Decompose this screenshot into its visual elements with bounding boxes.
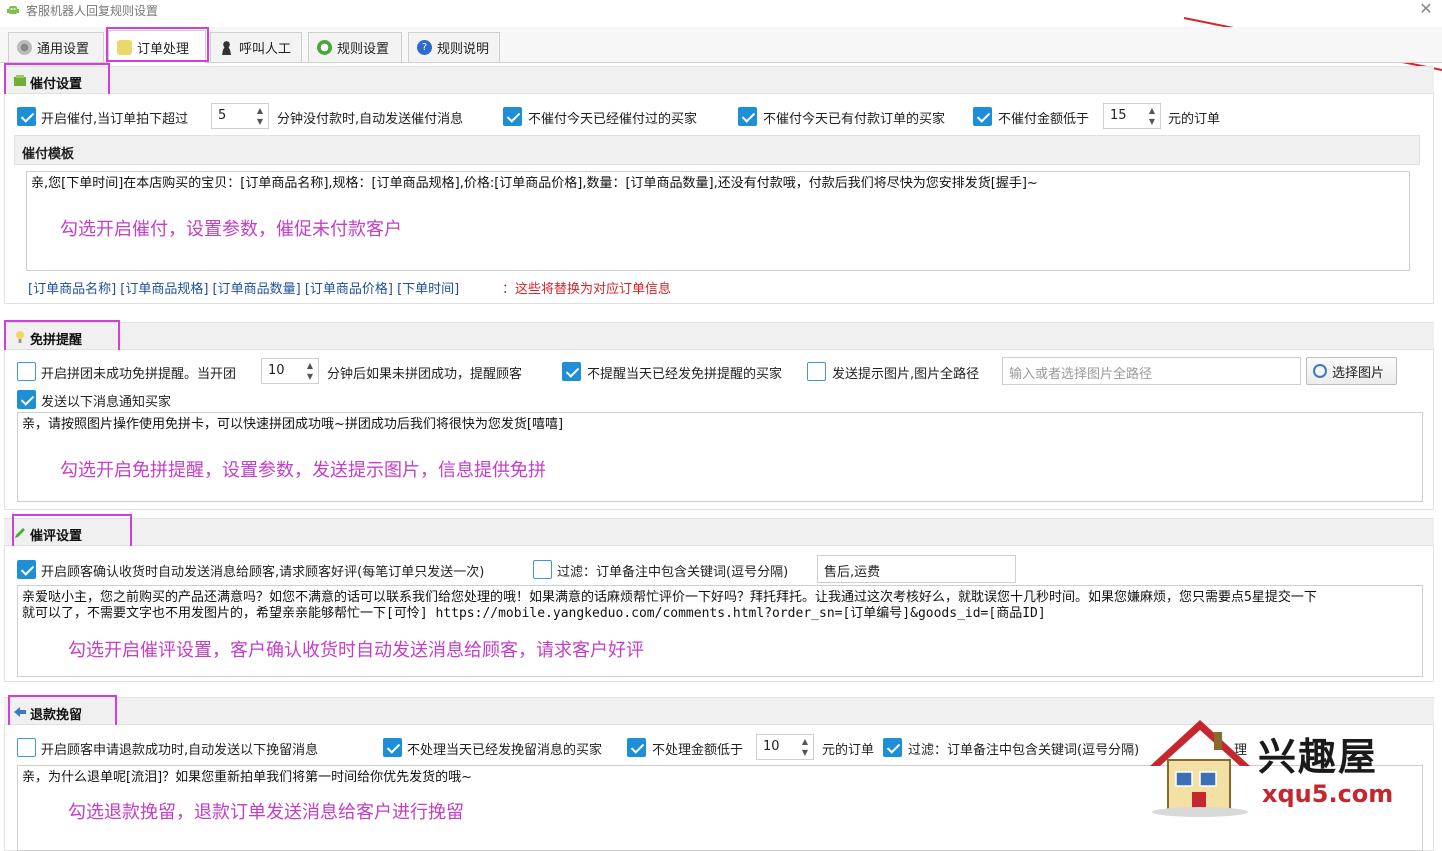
choose-image-label: 选择图片: [1332, 365, 1385, 381]
send-message-label: 发送以下消息通知买家: [41, 395, 172, 410]
send-image-label: 发送提示图片,图片全路径: [832, 367, 980, 382]
skip-refund-amount-label: 不处理金额低于: [652, 743, 744, 758]
refund-amount-suffix: 元的订单: [822, 743, 875, 758]
skip-amount-label: 不催付金额低于: [998, 112, 1090, 127]
choose-image-button[interactable]: 选择图片: [1306, 357, 1397, 385]
enable-review-label: 开启顾客确认收货时自动发送消息给顾客,请求顾客好评(每笔订单只发送一次): [41, 565, 485, 580]
review-filter-input[interactable]: 售后,运费: [817, 555, 1016, 583]
review-filter-label: 过滤：订单备注中包含关键词(逗号分隔): [557, 565, 789, 580]
group-minutes-stepper[interactable]: 10 ▲ ▼: [261, 358, 319, 384]
tab-general-settings[interactable]: 通用设置: [8, 32, 104, 62]
stepper-value: 10: [763, 739, 780, 754]
watermark-domain: xqu5.com: [1262, 780, 1394, 808]
refund-filter-label: 过滤：订单备注中包含关键词(逗号分隔): [908, 743, 1140, 758]
payment-minutes-suffix: 分钟没付款时,自动发送催付消息: [277, 112, 464, 127]
skip-reminded-checkbox[interactable]: [562, 362, 581, 381]
send-image-checkbox[interactable]: [807, 362, 826, 381]
enable-refund-checkbox[interactable]: [17, 738, 36, 757]
payment-amount-suffix: 元的订单: [1168, 112, 1221, 127]
highlight-box: [4, 63, 110, 97]
tab-label: 呼叫人工: [239, 42, 292, 57]
review-filter-checkbox[interactable]: [533, 560, 552, 579]
help-icon: ?: [417, 40, 432, 55]
window-title: 客服机器人回复规则设置: [26, 4, 159, 18]
annotation-text: 勾选开启催评设置，客户确认收货时自动发送消息给顾客，请求客户好评: [68, 640, 644, 661]
skip-today-checkbox[interactable]: [503, 107, 522, 126]
highlight-box: [106, 27, 209, 62]
skip-refund-today-label: 不处理当天已经发挽留消息的买家: [407, 743, 603, 758]
skip-reminded-label: 不提醒当天已经发免拼提醒的买家: [587, 367, 783, 382]
skip-paid-checkbox[interactable]: [738, 107, 757, 126]
template-variables: [订单商品名称] [订单商品规格] [订单商品数量] [订单商品价格] [下单时…: [28, 282, 460, 297]
review-section-header: 催评设置: [4, 518, 1434, 546]
enable-refund-label: 开启顾客申请退款成功时,自动发送以下挽留消息: [41, 743, 319, 758]
review-message-textarea[interactable]: 亲爱哒小主，您之前购买的产品还满意吗？如您不满意的话可以联系我们给您处理的哦！如…: [17, 585, 1423, 677]
template-title: 催付模板: [22, 147, 75, 162]
enable-payment-checkbox[interactable]: [17, 107, 36, 126]
variables-note: ：这些将替换为对应订单信息: [502, 282, 672, 297]
message-text: 亲，请按照图片操作使用免拼卡，可以快速拼团成功哦~拼团成功后我们将很快为您发货[…: [22, 417, 564, 432]
highlight-box: [4, 320, 120, 354]
annotation-text: 勾选开启免拼提醒，设置参数，发送提示图片，信息提供免拼: [60, 460, 546, 481]
payment-section-header: 催付设置: [4, 66, 1434, 94]
skip-amount-checkbox[interactable]: [973, 107, 992, 126]
review-filter-value: 售后,运费: [824, 565, 881, 580]
chevron-down-icon[interactable]: ▼: [1146, 116, 1158, 128]
house-logo: [1150, 720, 1250, 817]
watermark-brand: 兴趣屋: [1258, 735, 1379, 779]
template-text: 亲,您[下单时间]在本店购买的宝贝：[订单商品名称],规格：[订单商品规格],价…: [31, 176, 1038, 191]
magnifier-icon: [1313, 364, 1327, 378]
highlight-box: [8, 695, 117, 727]
annotation-text: 勾选开启催付，设置参数，催促未付款客户: [60, 219, 402, 240]
person-icon: [219, 40, 234, 55]
tab-label: 规则说明: [437, 42, 490, 57]
skip-today-label: 不催付今天已经催付过的买家: [528, 112, 698, 127]
send-message-checkbox[interactable]: [17, 390, 36, 409]
chevron-down-icon[interactable]: ▼: [799, 747, 811, 759]
image-path-input[interactable]: 输入或者选择图片全路径: [1002, 357, 1301, 385]
payment-minutes-stepper[interactable]: 5 ▲ ▼: [211, 103, 269, 129]
skip-paid-label: 不催付今天已有付款订单的买家: [763, 112, 946, 127]
review-message-line2: 就可以了，不需要文字也不用发图片的，希望亲亲能够帮忙一下[可怜] https:/…: [22, 606, 1046, 621]
stepper-value: 15: [1110, 108, 1127, 123]
image-path-placeholder: 输入或者选择图片全路径: [1009, 367, 1153, 382]
refund-amount-stepper[interactable]: 10 ▲ ▼: [756, 734, 814, 760]
robot-app-icon: [7, 6, 19, 14]
template-subheader: [14, 135, 1420, 165]
tab-rule-settings[interactable]: 规则设置: [308, 32, 402, 62]
annotation-text: 勾选退款挽留，退款订单发送消息给客户进行挽留: [68, 802, 464, 823]
stepper-value: 5: [218, 108, 227, 123]
enable-payment-label: 开启催付,当订单拍下超过: [41, 112, 189, 127]
tab-rule-help[interactable]: ? 规则说明: [408, 32, 500, 62]
review-message-line1: 亲爱哒小主，您之前购买的产品还满意吗？如您不满意的话可以联系我们给您处理的哦！如…: [22, 590, 1317, 605]
gear-link-icon: [17, 40, 32, 55]
enable-review-checkbox[interactable]: [17, 560, 36, 579]
chevron-down-icon[interactable]: ▼: [304, 371, 316, 383]
refresh-icon: [317, 40, 332, 55]
tab-call-human[interactable]: 呼叫人工: [210, 32, 302, 62]
tab-label: 通用设置: [37, 42, 90, 57]
enable-group-label: 开启拼团未成功免拼提醒。当开团: [41, 367, 237, 382]
stepper-value: 10: [268, 363, 285, 378]
tab-label: 规则设置: [337, 42, 390, 57]
group-minutes-suffix: 分钟后如果未拼团成功，提醒顾客: [327, 367, 523, 382]
refund-filter-checkbox[interactable]: [883, 738, 902, 757]
payment-amount-stepper[interactable]: 15 ▲ ▼: [1103, 103, 1161, 129]
skip-refund-amount-checkbox[interactable]: [627, 738, 646, 757]
highlight-box: [12, 514, 132, 548]
enable-group-checkbox[interactable]: [17, 362, 36, 381]
chevron-down-icon[interactable]: ▼: [254, 116, 266, 128]
skip-refund-today-checkbox[interactable]: [383, 738, 402, 757]
group-section-header: 免拼提醒: [4, 322, 1434, 350]
